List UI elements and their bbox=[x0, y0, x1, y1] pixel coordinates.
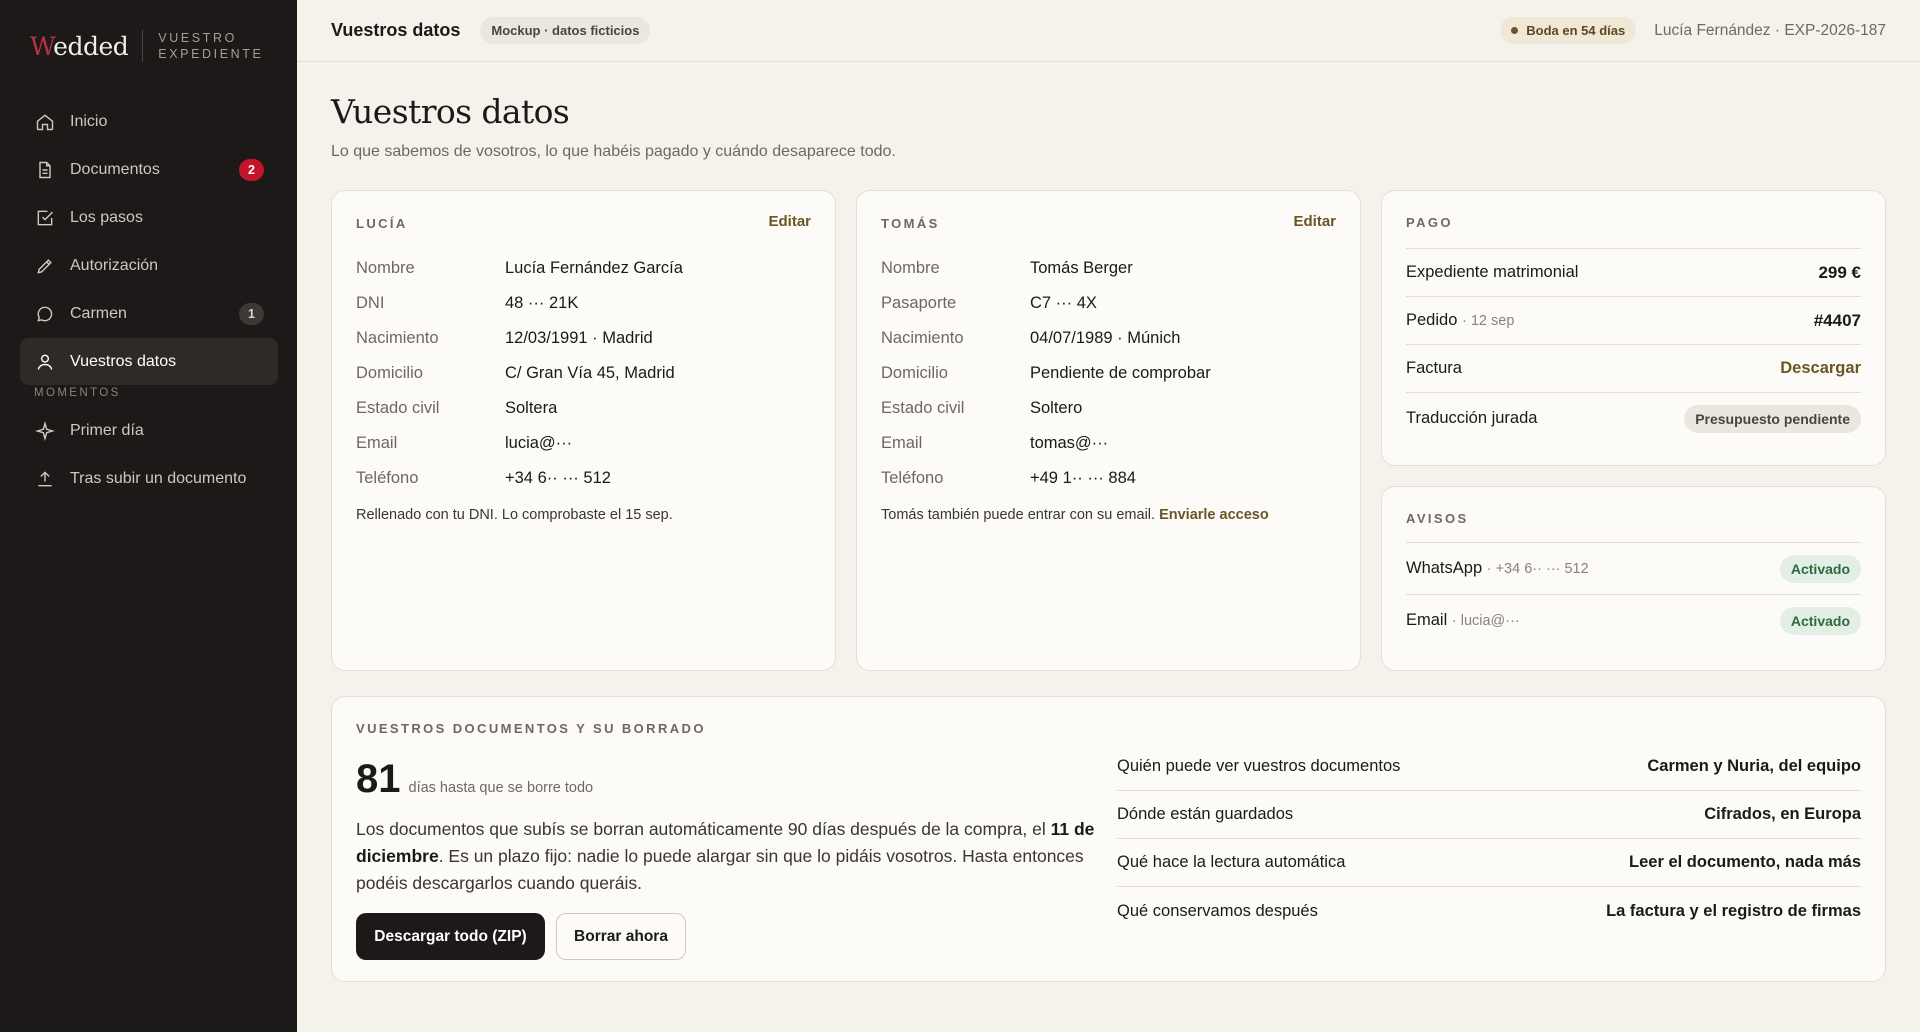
home-icon bbox=[34, 111, 56, 133]
user-info: Lucía Fernández · EXP-2026-187 bbox=[1654, 21, 1886, 39]
card-label: LUCÍA bbox=[356, 216, 408, 231]
mockup-chip: Mockup · datos ficticios bbox=[480, 17, 651, 44]
tomas-note: Tomás también puede entrar con su email.… bbox=[881, 507, 1269, 523]
status-badge[interactable]: Activado bbox=[1779, 606, 1861, 635]
documents-card: VUESTROS DOCUMENTOS Y SU BORRADO 81 días… bbox=[331, 696, 1886, 982]
upload-icon bbox=[34, 468, 56, 490]
card-label: PAGO bbox=[1406, 215, 1453, 230]
payment-card: PAGO Expediente matrimonial 299 € Pedido… bbox=[1381, 190, 1886, 466]
detail-row-nacimiento: Nacimiento 12/03/1991 · Madrid bbox=[356, 329, 653, 347]
payment-row-expediente: Expediente matrimonial 299 € bbox=[1406, 248, 1861, 296]
document-icon bbox=[34, 159, 56, 181]
edit-lucia-button[interactable]: Editar bbox=[768, 213, 811, 230]
brand-subtitle: VUESTRO EXPEDIENTE bbox=[158, 31, 264, 61]
chat-icon bbox=[34, 303, 56, 325]
delete-now-button[interactable]: Borrar ahora bbox=[556, 913, 686, 960]
brand-divider bbox=[142, 30, 144, 62]
checkbox-icon bbox=[34, 207, 56, 229]
section-label-momentos: MOMENTOS bbox=[34, 387, 121, 399]
status-badge[interactable]: Activado bbox=[1779, 554, 1861, 583]
count-badge: 2 bbox=[239, 159, 264, 181]
detail-row-pasaporte: Pasaporte C7 ··· 4X bbox=[881, 294, 1097, 312]
detail-row-email: Email tomas@··· bbox=[881, 434, 1109, 452]
detail-row-email: Email lucia@··· bbox=[356, 434, 573, 452]
sidebar-item-primer-dia[interactable]: Primer día bbox=[20, 407, 278, 454]
info-row: Qué hace la lectura automática Leer el do… bbox=[1117, 839, 1861, 887]
sidebar-item-los-pasos[interactable]: Los pasos bbox=[20, 194, 278, 241]
status-badge: Presupuesto pendiente bbox=[1684, 404, 1861, 433]
sidebar-item-label: Los pasos bbox=[70, 208, 143, 226]
days-counter: 81 días hasta que se borre todo bbox=[356, 757, 593, 802]
sidebar-item-vuestros-datos[interactable]: Vuestros datos bbox=[20, 338, 278, 385]
detail-row-telefono: Teléfono +49 1·· ··· 884 bbox=[881, 469, 1136, 487]
sidebar: Wedded VUESTRO EXPEDIENTE Inicio Documen… bbox=[0, 0, 297, 1032]
sidebar-item-label: Tras subir un documento bbox=[70, 469, 247, 487]
logo[interactable]: Wedded bbox=[30, 32, 129, 61]
detail-row-telefono: Teléfono +34 6·· ··· 512 bbox=[356, 469, 611, 487]
tomas-details: Nombre Tomás Berger Pasaporte C7 ··· 4X Na… bbox=[881, 251, 1211, 496]
sparkle-icon bbox=[34, 420, 56, 442]
info-row: Quién puede ver vuestros documentos Carme… bbox=[1117, 743, 1861, 791]
top-bar: Vuestros datos Mockup · datos ficticios … bbox=[297, 0, 1920, 62]
detail-row-nombre: Nombre Tomás Berger bbox=[881, 259, 1133, 277]
sidebar-item-carmen[interactable]: Carmen 1 bbox=[20, 290, 278, 337]
download-all-button[interactable]: Descargar todo (ZIP) bbox=[356, 913, 545, 960]
sidebar-item-documentos[interactable]: Documentos 2 bbox=[20, 146, 278, 193]
lucia-note: Rellenado con tu DNI. Lo comprobaste el … bbox=[356, 507, 673, 523]
sidebar-item-inicio[interactable]: Inicio bbox=[20, 98, 278, 145]
sidebar-item-label: Autorización bbox=[70, 256, 159, 274]
sidebar-item-label: Documentos bbox=[70, 160, 160, 178]
sidebar-item-label: Carmen bbox=[70, 304, 127, 322]
brand: Wedded VUESTRO EXPEDIENTE bbox=[30, 30, 263, 62]
documents-info: Quién puede ver vuestros documentos Carme… bbox=[1117, 743, 1861, 935]
wedding-countdown-chip: Boda en 54 días bbox=[1500, 17, 1637, 44]
payment-row-factura: Factura Descargar bbox=[1406, 344, 1861, 392]
send-access-link[interactable]: Enviarle acceso bbox=[1159, 507, 1269, 523]
sidebar-nav: Inicio Documentos 2 Los pasos Autorizaci… bbox=[20, 98, 278, 503]
pen-icon bbox=[34, 255, 56, 277]
sidebar-item-tras-subir[interactable]: Tras subir un documento bbox=[20, 455, 278, 502]
sidebar-item-label: Inicio bbox=[70, 112, 108, 130]
card-label: VUESTROS DOCUMENTOS Y SU BORRADO bbox=[356, 721, 706, 736]
detail-row-nacimiento: Nacimiento 04/07/1989 · Múnich bbox=[881, 329, 1181, 347]
sidebar-item-label: Primer día bbox=[70, 421, 144, 439]
page-subtitle: Lo que sabemos de vosotros, lo que habéi… bbox=[331, 143, 896, 160]
days-number: 81 bbox=[356, 757, 401, 801]
detail-row-domicilio: Domicilio C/ Gran Vía 45, Madrid bbox=[356, 364, 675, 382]
info-row: Dónde están guardados Cifrados, en Europa bbox=[1117, 791, 1861, 839]
payment-row-traduccion: Traducción jurada Presupuesto pendiente bbox=[1406, 392, 1861, 444]
sidebar-item-autorizacion[interactable]: Autorización bbox=[20, 242, 278, 289]
deletion-explanation: Los documentos que subís se borran autom… bbox=[356, 819, 1095, 893]
download-invoice-link[interactable]: Descargar bbox=[1780, 359, 1861, 378]
info-row: Qué conservamos después La factura y el r… bbox=[1117, 901, 1861, 920]
days-label: días hasta que se borre todo bbox=[408, 780, 594, 796]
notice-rows: WhatsApp · +34 6·· ··· 512 Activado Emai… bbox=[1406, 542, 1861, 646]
detail-row-nombre: Nombre Lucía Fernández García bbox=[356, 259, 683, 277]
tomas-card: TOMÁS Editar Nombre Tomás Berger Pasaport… bbox=[856, 190, 1361, 671]
sidebar-item-label: Vuestros datos bbox=[70, 352, 177, 370]
detail-row-estado-civil: Estado civil Soltero bbox=[881, 399, 1083, 417]
notice-row-whatsapp[interactable]: WhatsApp · +34 6·· ··· 512 Activado bbox=[1406, 542, 1861, 594]
payment-rows: Expediente matrimonial 299 € Pedido · 12… bbox=[1406, 248, 1861, 444]
edit-tomas-button[interactable]: Editar bbox=[1293, 213, 1336, 230]
card-label: AVISOS bbox=[1406, 511, 1469, 526]
header-title: Vuestros datos bbox=[331, 20, 461, 40]
detail-row-estado-civil: Estado civil Soltera bbox=[356, 399, 558, 417]
user-icon bbox=[34, 351, 56, 373]
detail-row-dni: DNI 48 ··· 21K bbox=[356, 294, 579, 312]
header-right: Boda en 54 días Lucía Fernández · EXP-20… bbox=[1500, 17, 1886, 44]
card-label: TOMÁS bbox=[881, 216, 940, 231]
payment-row-pedido: Pedido · 12 sep #4407 bbox=[1406, 296, 1861, 344]
detail-row-domicilio: Domicilio Pendiente de comprobar bbox=[881, 364, 1211, 382]
page-title: Vuestros datos bbox=[331, 92, 570, 131]
lucia-card: LUCÍA Editar Nombre Lucía Fernández Garcí… bbox=[331, 190, 836, 671]
notices-card: AVISOS WhatsApp · +34 6·· ··· 512 Activa… bbox=[1381, 486, 1886, 671]
notice-row-email[interactable]: Email · lucia@··· Activado bbox=[1406, 594, 1861, 646]
lucia-details: Nombre Lucía Fernández García DNI 48 ··· 2… bbox=[356, 251, 683, 496]
count-badge: 1 bbox=[239, 303, 264, 325]
status-dot-icon bbox=[1511, 27, 1519, 34]
